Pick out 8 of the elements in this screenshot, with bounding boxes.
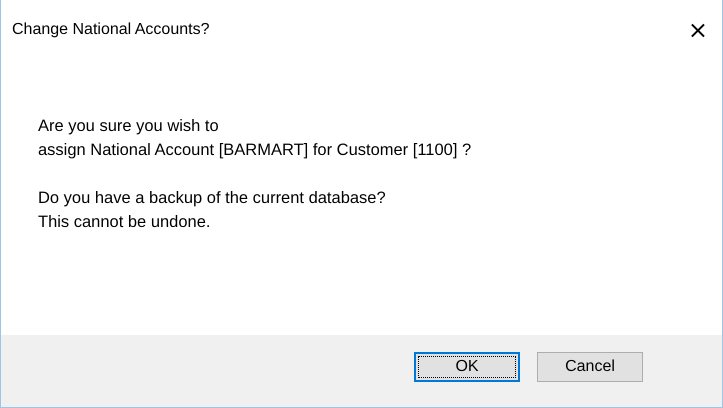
- cancel-button[interactable]: Cancel: [537, 352, 643, 382]
- message-text: Are you sure you wish to: [38, 116, 219, 137]
- ok-button[interactable]: OK: [414, 352, 520, 382]
- message-text: assign National Account [BARMART] for Customer [1100] ?: [38, 140, 472, 161]
- warning-text: Do you have a backup of the current database?: [38, 188, 386, 209]
- close-button[interactable]: ×: [682, 16, 714, 44]
- window-title: Change National Accounts?: [12, 21, 210, 39]
- warning-text: This cannot be undone.: [38, 212, 210, 233]
